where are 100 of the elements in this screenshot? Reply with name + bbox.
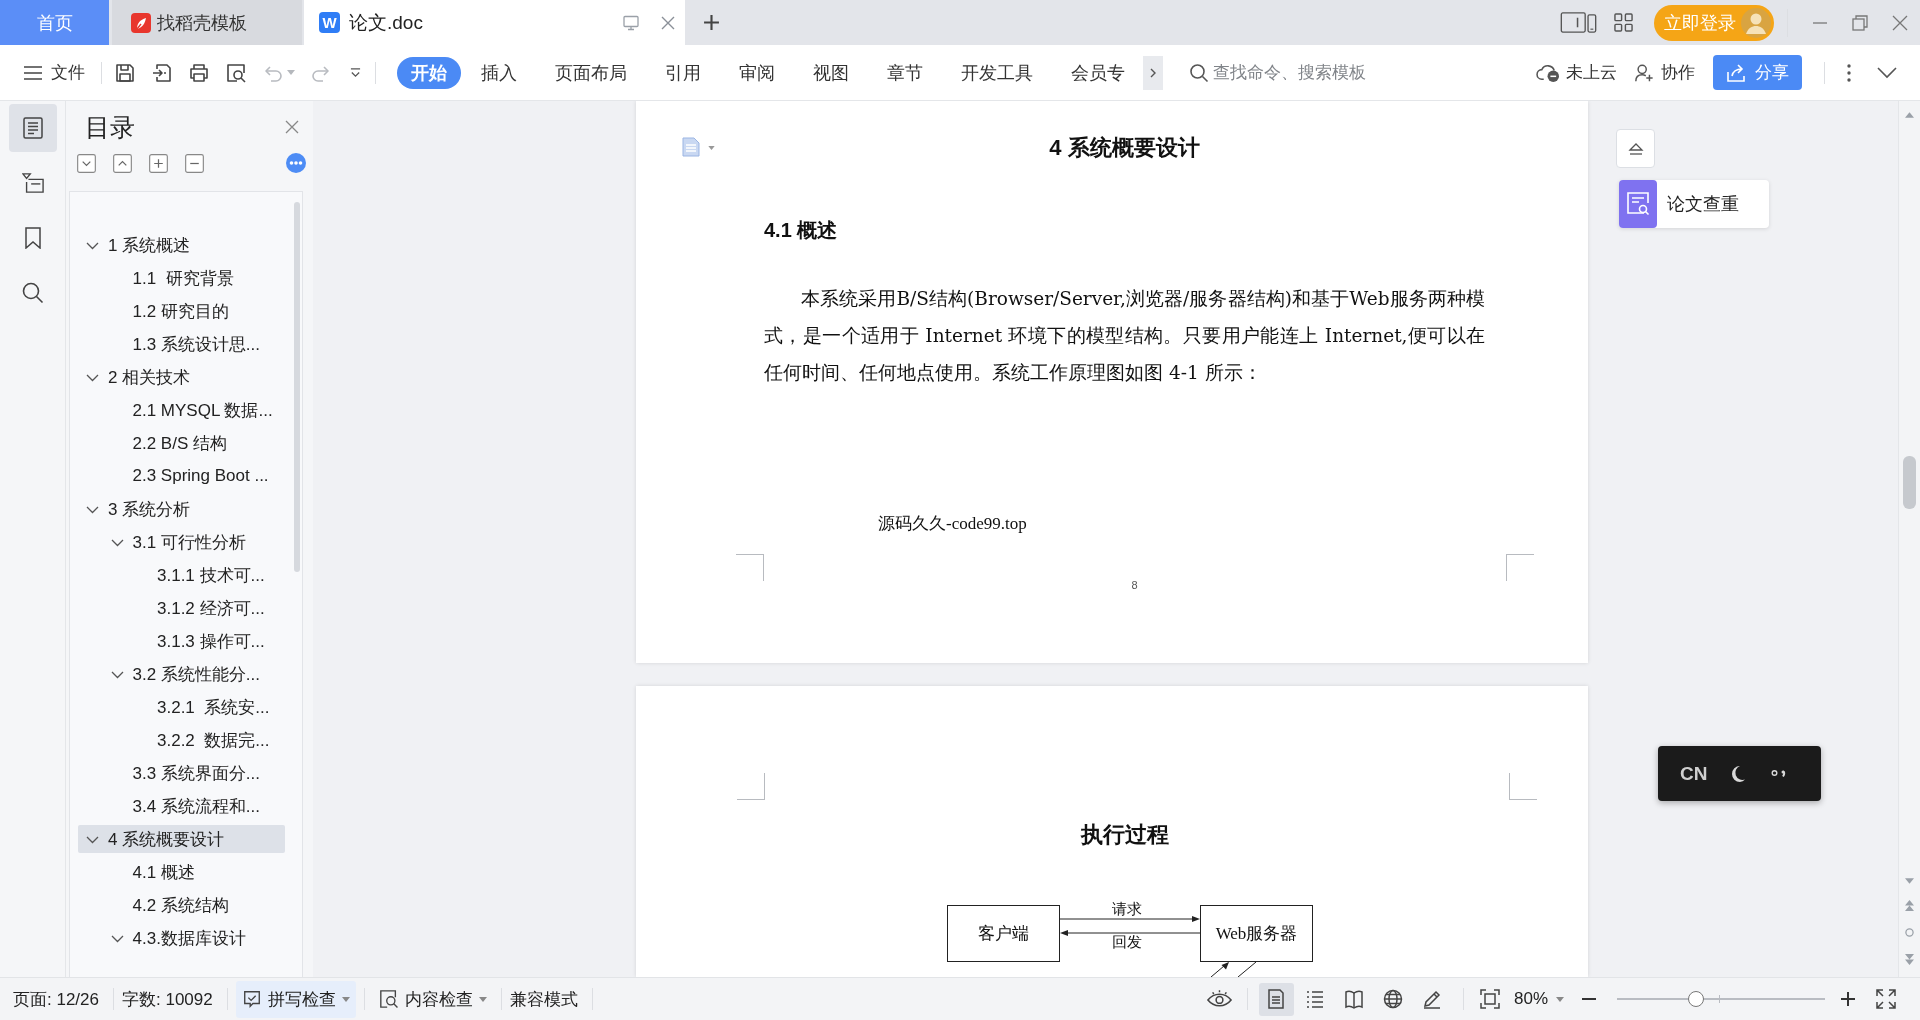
restore-icon[interactable] — [1852, 14, 1868, 31]
arrow-label: 请求 — [1112, 900, 1142, 918]
toc-item[interactable]: 2.2 B/S 结构 — [78, 429, 285, 457]
leaf-logo-icon — [131, 12, 151, 33]
collaborate-button[interactable]: 协作 — [1634, 61, 1695, 84]
fullscreen-icon[interactable] — [1876, 989, 1896, 1009]
document-tab[interactable]: W 论文.doc — [304, 0, 685, 45]
toc-item[interactable]: 3.2 系统性能分... — [78, 660, 285, 688]
margin-corner-mark — [1509, 773, 1537, 800]
toc-item[interactable]: 3.3 系统界面分... — [78, 759, 285, 787]
punctuation-icon[interactable] — [1771, 767, 1788, 780]
toc-item[interactable]: 2.3 Spring Boot ... — [78, 462, 285, 490]
grid-icon[interactable] — [1614, 13, 1633, 32]
caret-icon — [341, 996, 350, 1002]
search-icon — [1189, 62, 1209, 83]
eye-icon[interactable] — [1205, 989, 1233, 1009]
document-search-icon — [378, 989, 399, 1009]
print-icon[interactable] — [188, 61, 210, 84]
pencil-icon — [1422, 989, 1443, 1009]
section-heading: 4.1 概述 — [764, 218, 838, 243]
arrow — [1210, 962, 1229, 977]
caret-icon[interactable] — [708, 146, 715, 150]
view-mode-button[interactable] — [1258, 982, 1294, 1016]
toc-item[interactable]: 3 系统分析 — [78, 495, 285, 523]
close-icon[interactable] — [285, 120, 299, 134]
toc-item[interactable]: 3.2.1 系统安... — [78, 693, 285, 721]
close-icon[interactable] — [1892, 14, 1908, 31]
chevron-right-icon — [1149, 66, 1157, 79]
collapse-button[interactable] — [1616, 129, 1655, 168]
toc-item[interactable]: 2 相关技术 — [78, 363, 285, 391]
screen-layout-icon[interactable] — [1560, 12, 1597, 33]
toc-item[interactable]: 4.3.数据库设计 — [78, 924, 285, 952]
ribbon-tab[interactable]: 会员专 — [1052, 56, 1143, 89]
slider-thumb[interactable] — [1688, 991, 1705, 1007]
zoom-slider[interactable] — [1617, 991, 1825, 1007]
scrollbar-thumb[interactable] — [294, 202, 300, 572]
share-icon — [1726, 62, 1746, 83]
toc-item[interactable]: 3.4 系统流程和... — [78, 792, 285, 820]
caret-icon[interactable] — [1556, 996, 1564, 1002]
toc-item[interactable]: 3.1.3 操作可... — [78, 627, 285, 655]
plus-square-icon[interactable] — [149, 153, 168, 173]
print-preview-icon[interactable] — [225, 61, 247, 84]
ribbon-tab[interactable]: 引用 — [646, 56, 719, 89]
ribbon-tab[interactable]: 视图 — [794, 56, 867, 89]
ribbon-tab[interactable]: 开发工具 — [942, 56, 1051, 89]
toc-item[interactable]: 3.2.2 数据完... — [78, 726, 285, 754]
scroll-right-button[interactable] — [1143, 55, 1163, 90]
ribbon-tab[interactable]: 页面布局 — [536, 56, 645, 89]
more-icon[interactable] — [1846, 62, 1852, 83]
zoom-in-icon[interactable] — [1841, 992, 1855, 1006]
toc-item[interactable]: 1 系统概述 — [78, 231, 285, 259]
spell-check-button[interactable]: 拼写检查 — [235, 980, 356, 1018]
toc-item[interactable]: 3.1.2 经济可... — [78, 594, 285, 622]
tick-box-icon — [241, 989, 262, 1009]
expand-all-icon[interactable] — [113, 153, 132, 173]
chevron-down-icon[interactable] — [1877, 66, 1897, 79]
ribbon-tab[interactable]: 插入 — [462, 56, 535, 89]
panel-title: 目录 — [85, 111, 135, 143]
export-icon[interactable] — [151, 61, 173, 84]
language-indicator[interactable]: CN — [1680, 762, 1708, 785]
template-tab[interactable]: 找稻壳模板 — [112, 0, 302, 45]
save-icon[interactable] — [114, 61, 136, 84]
toc-item[interactable]: 4 系统概要设计 — [78, 825, 285, 853]
toc-item[interactable]: 4.2 系统结构 — [78, 891, 285, 919]
minus-square-icon[interactable] — [185, 153, 204, 173]
margin-corner-mark — [736, 554, 764, 581]
word-count[interactable]: 字数: 10092 — [122, 987, 219, 1011]
plagiarism-check-button[interactable]: 论文查重 — [1619, 180, 1769, 228]
page-indicator[interactable]: 页面: 12/26 — [13, 987, 105, 1011]
compatibility-mode-label[interactable]: 兼容模式 — [509, 987, 584, 1011]
content-check-button[interactable]: 内容检查 — [372, 980, 493, 1018]
close-icon[interactable] — [660, 14, 676, 31]
body-paragraph: 本系统采用B/S结构(Browser/Server,浏览器/服务器结构)和基于Web服务两种模式，是一个适用于 Internet 环境下的模型结构。只要用户能连上 Internet,便可以在任何时间、任何地点使用。系统工作原理图如图 4-1 所示： — [764, 287, 1485, 385]
source-note-text: 源码久久-code99.top — [878, 513, 1027, 535]
cloud-icon — [1536, 62, 1561, 83]
contents-panel-tab[interactable] — [8, 104, 57, 152]
list-icon — [1305, 989, 1326, 1009]
document-search-icon — [1619, 180, 1657, 228]
cloud-status-button[interactable]: 未上云 — [1536, 61, 1617, 84]
ribbon-tab[interactable]: 审阅 — [720, 56, 793, 89]
page-view-icon — [1266, 989, 1287, 1009]
toc-item[interactable]: 3.1.1 技术可... — [78, 561, 285, 589]
toc-item[interactable]: 2.1 MYSQL 数据... — [78, 396, 285, 424]
toc-item[interactable]: 3.1 可行性分析 — [78, 528, 285, 556]
collapse-all-icon[interactable] — [77, 153, 96, 173]
ribbon-tab[interactable]: 章节 — [868, 56, 941, 89]
toc-item[interactable]: 1.2 研究目的 — [78, 297, 285, 325]
plus-icon[interactable] — [703, 14, 720, 31]
diagram-node: 客户端 — [947, 905, 1060, 962]
zoom-level[interactable]: 80% — [1513, 989, 1548, 1009]
toc-item[interactable]: 1.3 系统设计思... — [78, 330, 285, 358]
file-menu[interactable]: 文件 — [23, 61, 85, 84]
toc-item[interactable]: 1.1 研究背景 — [78, 264, 285, 292]
toc-item[interactable]: 4.1 概述 — [78, 858, 285, 886]
fit-page-icon[interactable] — [1479, 989, 1500, 1009]
more-dots-icon[interactable] — [286, 153, 306, 173]
scrollbar-thumb[interactable] — [1903, 456, 1916, 509]
monitor-icon[interactable] — [623, 14, 639, 31]
search-field[interactable]: 查找命令、搜索模板 — [1189, 62, 1383, 83]
chevron-down-icon[interactable] — [350, 67, 361, 78]
